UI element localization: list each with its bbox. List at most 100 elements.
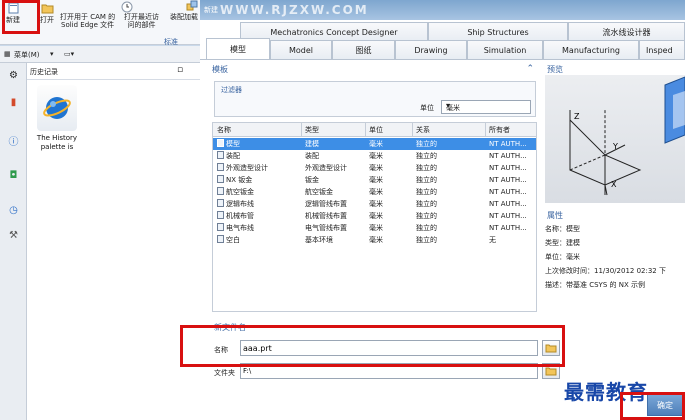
- table-row[interactable]: 电气布线 电气管线布置 毫米 独立的 NT AUTH...: [213, 222, 536, 234]
- menu-dropdown-icon[interactable]: ▾: [50, 50, 54, 58]
- tab-line-designer[interactable]: 流水线设计器: [568, 22, 685, 41]
- prop-name: 名称：模型: [545, 225, 580, 233]
- menu-button[interactable]: 菜单(M): [14, 50, 40, 60]
- cell-relation: 独立的: [416, 140, 437, 148]
- col-owner[interactable]: 所有者: [489, 124, 510, 136]
- history-icon[interactable]: ◷: [6, 203, 21, 218]
- templates-section-header[interactable]: 模板 ⌃: [212, 64, 538, 78]
- cell-name: 航空钣金: [217, 186, 254, 198]
- col-type[interactable]: 类型: [305, 124, 319, 136]
- table-row[interactable]: 航空钣金 航空钣金 毫米 独立的 NT AUTH...: [213, 186, 536, 198]
- clock-icon: [121, 1, 133, 13]
- tab-simulation[interactable]: Simulation: [467, 40, 543, 59]
- col-unit[interactable]: 单位: [369, 124, 383, 136]
- tab-model-cn[interactable]: 模型: [206, 38, 270, 59]
- props-head: 属性: [547, 211, 563, 220]
- roles-icon[interactable]: ⚒: [6, 228, 21, 243]
- tab-ship-structures[interactable]: Ship Structures: [428, 22, 568, 41]
- open-button[interactable]: 打开: [40, 2, 54, 24]
- filter-label: 过滤器: [221, 86, 242, 94]
- open-recent-label-1: 打开最近访: [124, 13, 159, 21]
- col-relation[interactable]: 关系: [416, 124, 430, 136]
- history-card-line2: palette is: [40, 143, 74, 151]
- tab-model[interactable]: Model: [270, 40, 332, 59]
- table-row[interactable]: 逻辑布线 逻辑管线布置 毫米 独立的 NT AUTH...: [213, 198, 536, 210]
- cell-relation: 独立的: [416, 212, 437, 220]
- cell-text: 逻辑布线: [226, 200, 254, 208]
- table-row[interactable]: 空白 基本环境 毫米 独立的 无: [213, 234, 536, 246]
- cell-unit: 毫米: [369, 140, 383, 148]
- open-folder-icon: [41, 4, 53, 14]
- toolbar-selector[interactable]: ▭▾: [64, 50, 74, 58]
- preview-head: 预览: [547, 65, 563, 74]
- cell-text: 装配: [226, 152, 240, 160]
- web-icon[interactable]: ◘: [6, 168, 21, 183]
- open-cam-button[interactable]: 打开用于 CAM 的 Solid Edge 文件: [60, 13, 115, 29]
- cell-text: 电气布线: [226, 224, 254, 232]
- preview-pane: Z Y X: [545, 75, 685, 203]
- history-title: 历史记录: [30, 68, 58, 76]
- table-row[interactable]: 装配 装配 毫米 独立的 NT AUTH...: [213, 150, 536, 162]
- open-recent-button[interactable]: 打开最近访 问的部件: [124, 13, 159, 29]
- cell-text: NX 钣金: [226, 176, 253, 184]
- history-title-bar: 历史记录 ▫: [27, 63, 200, 80]
- cell-type: 外观造型设计: [305, 164, 347, 172]
- dialog-title-bar[interactable]: 新建 WWW.RJZXW.COM: [200, 0, 685, 20]
- axis-label-x: X: [611, 180, 617, 189]
- cell-unit: 毫米: [369, 152, 383, 160]
- cell-type: 航空钣金: [305, 188, 333, 196]
- cell-name: 装配: [217, 150, 240, 162]
- open-cam-label-1: 打开用于 CAM 的: [60, 13, 116, 21]
- cell-text: 机械布管: [226, 212, 254, 220]
- template-icon: [217, 139, 224, 147]
- cell-name: 模型: [217, 138, 240, 150]
- cell-relation: 独立的: [416, 176, 437, 184]
- collapse-icon[interactable]: ⌃: [526, 64, 534, 74]
- tab-drawing-cn[interactable]: 图纸: [332, 40, 395, 59]
- library-icon[interactable]: ▮: [6, 95, 21, 110]
- cell-owner: NT AUTH...: [489, 188, 527, 196]
- cell-type: 电气管线布置: [305, 224, 347, 232]
- cell-relation: 独立的: [416, 200, 437, 208]
- menu-bar: ▦ 菜单(M) ▾ ▭▾: [0, 46, 200, 63]
- cell-name: 空白: [217, 234, 240, 246]
- table-row[interactable]: 机械布管 机械管线布置 毫米 独立的 NT AUTH...: [213, 210, 536, 222]
- table-row[interactable]: 外观造型设计 外观造型设计 毫米 独立的 NT AUTH...: [213, 162, 536, 174]
- cell-relation: 独立的: [416, 164, 437, 172]
- cell-type: 装配: [305, 152, 319, 160]
- dialog-title: 新建: [204, 6, 218, 14]
- tab-row-2: 模型 Model 图纸 Drawing Simulation Manufactu…: [200, 38, 685, 60]
- settings-icon[interactable]: ⚙: [6, 68, 21, 83]
- table-row[interactable]: NX 钣金 钣金 毫米 独立的 NT AUTH...: [213, 174, 536, 186]
- cell-relation: 独立的: [416, 188, 437, 196]
- assembly-load-button[interactable]: 装配加载: [170, 13, 200, 21]
- unit-select[interactable]: 毫米 ▾: [441, 100, 531, 114]
- cell-text: 航空钣金: [226, 188, 254, 196]
- cell-unit: 毫米: [369, 164, 383, 172]
- tab-drawing[interactable]: Drawing: [395, 40, 467, 59]
- axis-label-y: Y: [612, 142, 618, 151]
- cell-unit: 毫米: [369, 224, 383, 232]
- history-card[interactable]: The History palette is: [34, 85, 80, 152]
- template-icon: [217, 199, 224, 207]
- history-thumbnail: [37, 85, 77, 131]
- open-recent-label-2: 问的部件: [127, 21, 156, 29]
- template-icon: [217, 211, 224, 219]
- properties-panel: 名称：模型 类型：建模 单位：毫米 上次修改时间：11/30/2012 02:3…: [545, 222, 685, 292]
- history-panel: 历史记录 ▫ The History palette is: [27, 63, 200, 420]
- maximize-icon[interactable]: ▫: [177, 65, 183, 75]
- tab-inspection[interactable]: Insped: [639, 40, 685, 59]
- col-name[interactable]: 名称: [217, 124, 231, 136]
- prop-type: 类型：建模: [545, 239, 580, 247]
- tab-manufacturing[interactable]: Manufacturing: [543, 40, 639, 59]
- cell-type: 机械管线布置: [305, 212, 347, 220]
- history-card-line1: The History: [36, 134, 78, 142]
- info-icon[interactable]: ⓘ: [6, 133, 21, 148]
- cell-unit: 毫米: [369, 236, 383, 244]
- axis-label-z: Z: [574, 112, 580, 121]
- table-row[interactable]: 模型 建模 毫米 独立的 NT AUTH...: [213, 138, 536, 150]
- menu-icon: ▦: [4, 50, 11, 58]
- cell-relation: 独立的: [416, 236, 437, 244]
- cell-type: 基本环境: [305, 236, 333, 244]
- template-table: 名称 类型 单位 关系 所有者 模型 建模 毫米 独立的 NT AUTH... 装配 装配毫…: [212, 122, 537, 312]
